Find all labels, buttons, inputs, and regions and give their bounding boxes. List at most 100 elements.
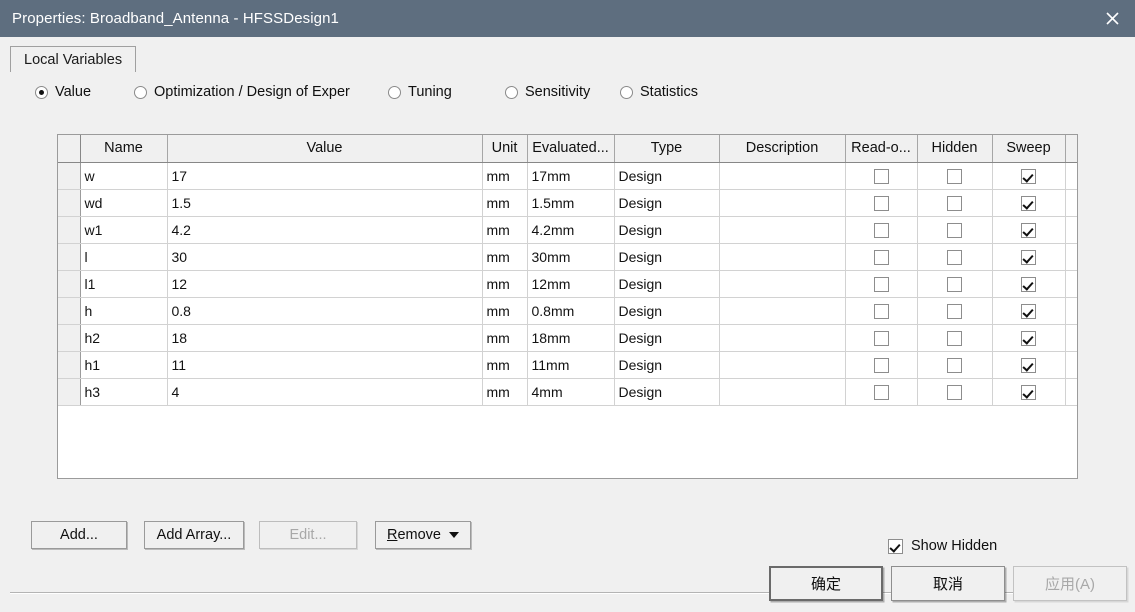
cell-sweep[interactable] — [992, 324, 1066, 352]
cell-desc[interactable] — [719, 189, 846, 217]
column-header-sweep[interactable]: Sweep — [992, 135, 1066, 163]
column-header-name[interactable]: Name — [80, 135, 168, 163]
cell-name[interactable]: l1 — [80, 270, 168, 298]
sweep-checkbox[interactable] — [1021, 330, 1036, 346]
cell-unit[interactable]: mm — [482, 162, 528, 190]
table-row[interactable]: l 30 mm 30mm Design — [58, 243, 1077, 271]
hidden-checkbox[interactable] — [947, 276, 962, 292]
row-selector[interactable] — [58, 270, 81, 298]
row-selector[interactable] — [58, 243, 81, 271]
cell-ro[interactable] — [845, 324, 918, 352]
cell-eval[interactable]: 4mm — [527, 378, 615, 406]
radio-sensitivity[interactable]: Sensitivity — [505, 81, 593, 103]
cell-value[interactable]: 11 — [167, 351, 483, 379]
cell-hidden[interactable] — [917, 189, 993, 217]
hidden-checkbox[interactable] — [947, 222, 962, 238]
hidden-checkbox[interactable] — [947, 330, 962, 346]
cell-ro[interactable] — [845, 351, 918, 379]
ro-checkbox[interactable] — [873, 222, 889, 238]
sweep-checkbox[interactable] — [1021, 168, 1036, 184]
cell-eval[interactable]: 4.2mm — [527, 216, 615, 244]
column-header-eval[interactable]: Evaluated... — [527, 135, 615, 163]
ro-checkbox[interactable] — [873, 357, 889, 373]
cell-eval[interactable]: 1.5mm — [527, 189, 615, 217]
column-header-unit[interactable]: Unit — [482, 135, 528, 163]
sweep-checkbox[interactable] — [1021, 276, 1036, 292]
radio-optimization-design-of-exper[interactable]: Optimization / Design of Exper — [134, 81, 384, 103]
cell-eval[interactable]: 0.8mm — [527, 297, 615, 325]
table-row[interactable]: l1 12 mm 12mm Design — [58, 270, 1077, 298]
cell-name[interactable]: wd — [80, 189, 168, 217]
ro-checkbox[interactable] — [873, 249, 889, 265]
cell-sweep[interactable] — [992, 189, 1066, 217]
cell-ro[interactable] — [845, 162, 918, 190]
cell-hidden[interactable] — [917, 378, 993, 406]
cell-unit[interactable]: mm — [482, 216, 528, 244]
sweep-checkbox[interactable] — [1021, 249, 1036, 265]
cell-ro[interactable] — [845, 189, 918, 217]
ok-button[interactable]: 确定 — [769, 566, 883, 601]
cell-type[interactable]: Design — [614, 216, 720, 244]
table-row[interactable]: h2 18 mm 18mm Design — [58, 324, 1077, 352]
column-header-hidden[interactable]: Hidden — [917, 135, 993, 163]
cell-sweep[interactable] — [992, 378, 1066, 406]
hidden-checkbox[interactable] — [947, 195, 962, 211]
cell-ro[interactable] — [845, 243, 918, 271]
cell-desc[interactable] — [719, 216, 846, 244]
sweep-checkbox[interactable] — [1021, 357, 1036, 373]
cell-type[interactable]: Design — [614, 270, 720, 298]
cell-value[interactable]: 4 — [167, 378, 483, 406]
hidden-checkbox[interactable] — [947, 168, 962, 184]
cell-unit[interactable]: mm — [482, 297, 528, 325]
cell-sweep[interactable] — [992, 162, 1066, 190]
cell-name[interactable]: l — [80, 243, 168, 271]
cell-type[interactable]: Design — [614, 162, 720, 190]
row-selector[interactable] — [58, 297, 81, 325]
row-selector[interactable] — [58, 162, 81, 190]
ro-checkbox[interactable] — [873, 303, 889, 319]
ro-checkbox[interactable] — [873, 384, 889, 400]
cell-name[interactable]: h3 — [80, 378, 168, 406]
ro-checkbox[interactable] — [873, 195, 889, 211]
cell-ro[interactable] — [845, 270, 918, 298]
cell-unit[interactable]: mm — [482, 243, 528, 271]
table-row[interactable]: wd 1.5 mm 1.5mm Design — [58, 189, 1077, 217]
cancel-button[interactable]: 取消 — [891, 566, 1005, 601]
cell-value[interactable]: 18 — [167, 324, 483, 352]
ro-checkbox[interactable] — [873, 168, 889, 184]
cell-value[interactable]: 0.8 — [167, 297, 483, 325]
cell-name[interactable]: h — [80, 297, 168, 325]
row-selector[interactable] — [58, 378, 81, 406]
hidden-checkbox[interactable] — [947, 357, 962, 373]
checkbox-box[interactable] — [888, 538, 903, 554]
show-hidden-checkbox[interactable]: Show Hidden — [888, 536, 997, 556]
ro-checkbox[interactable] — [873, 276, 889, 292]
cell-type[interactable]: Design — [614, 189, 720, 217]
cell-ro[interactable] — [845, 378, 918, 406]
hidden-checkbox[interactable] — [947, 249, 962, 265]
row-selector[interactable] — [58, 216, 81, 244]
cell-desc[interactable] — [719, 243, 846, 271]
row-selector[interactable] — [58, 324, 81, 352]
column-header-ro[interactable]: Read-o... — [845, 135, 918, 163]
sweep-checkbox[interactable] — [1021, 222, 1036, 238]
cell-desc[interactable] — [719, 162, 846, 190]
cell-value[interactable]: 30 — [167, 243, 483, 271]
cell-name[interactable]: w — [80, 162, 168, 190]
table-row[interactable]: h3 4 mm 4mm Design — [58, 378, 1077, 406]
column-header-pad[interactable] — [1065, 135, 1077, 163]
cell-type[interactable]: Design — [614, 351, 720, 379]
ro-checkbox[interactable] — [873, 330, 889, 346]
cell-hidden[interactable] — [917, 243, 993, 271]
cell-hidden[interactable] — [917, 351, 993, 379]
table-row[interactable]: h 0.8 mm 0.8mm Design — [58, 297, 1077, 325]
cell-value[interactable]: 1.5 — [167, 189, 483, 217]
row-selector[interactable] — [58, 189, 81, 217]
cell-desc[interactable] — [719, 324, 846, 352]
cell-ro[interactable] — [845, 216, 918, 244]
cell-desc[interactable] — [719, 378, 846, 406]
cell-eval[interactable]: 17mm — [527, 162, 615, 190]
cell-ro[interactable] — [845, 297, 918, 325]
cell-type[interactable]: Design — [614, 297, 720, 325]
cell-desc[interactable] — [719, 297, 846, 325]
